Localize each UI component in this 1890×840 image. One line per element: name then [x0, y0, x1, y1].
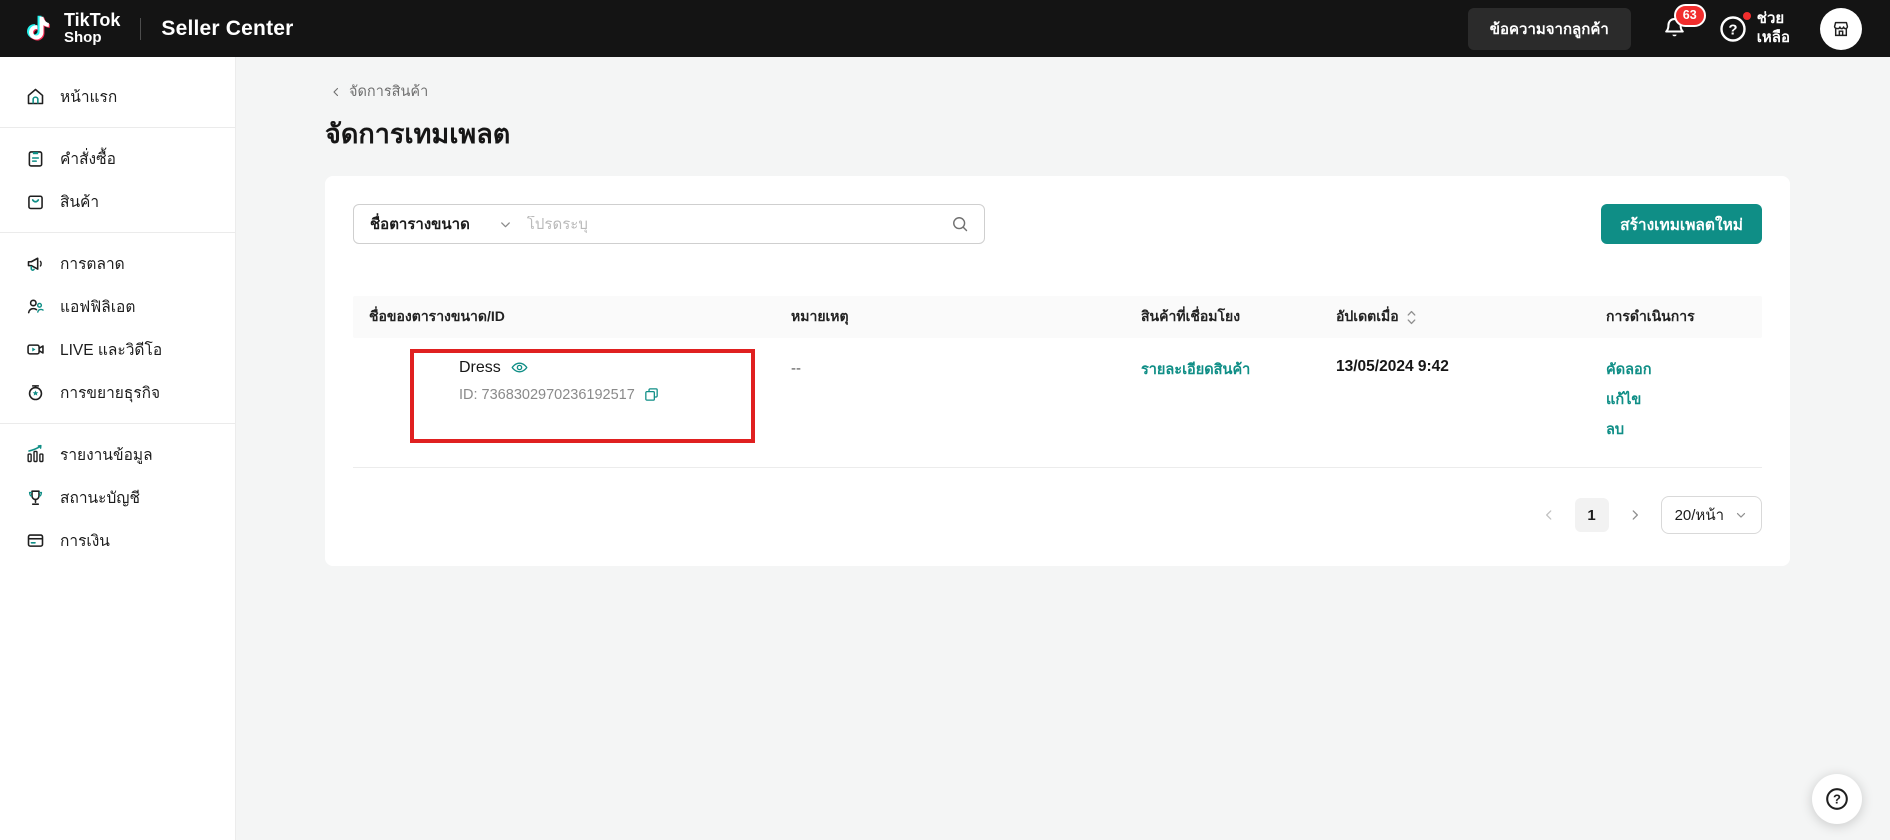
svg-text:?: ?	[1728, 21, 1737, 38]
storefront-icon	[1830, 18, 1852, 40]
breadcrumb-label: จัดการสินค้า	[349, 80, 428, 103]
tiktok-shop-logo[interactable]: TikTok Shop	[24, 11, 120, 46]
sidebar-item-business-growth[interactable]: การขยายธุรกิจ	[0, 371, 235, 414]
products-icon	[24, 191, 46, 212]
table-row: Dress ID: 7368302970236192517	[353, 338, 1762, 468]
page-title: จัดการเทมเพลต	[325, 112, 1790, 155]
live-video-icon	[24, 339, 46, 360]
logo-wordmark: TikTok Shop	[64, 11, 120, 46]
cell-name-id: Dress ID: 7368302970236192517	[353, 358, 791, 403]
sidebar-item-label: สถานะบัญชี	[60, 485, 140, 510]
cell-linked-products: รายละเอียดสินค้า	[1141, 358, 1336, 381]
question-circle-icon: ?	[1823, 785, 1851, 813]
page-size-select[interactable]: 20/หน้า	[1661, 496, 1762, 534]
search-button[interactable]	[942, 214, 984, 234]
sidebar-item-label: หน้าแรก	[60, 84, 117, 109]
column-header-note: หมายเหตุ	[791, 306, 1141, 328]
previous-page-button[interactable]	[1538, 504, 1560, 526]
sidebar-item-label: การเงิน	[60, 528, 110, 553]
sidebar-item-label: การตลาด	[60, 251, 125, 276]
filter-selected-label: ชื่อตารางขนาด	[370, 212, 470, 236]
svg-text:?: ?	[1833, 792, 1841, 807]
sidebar-item-home[interactable]: หน้าแรก	[0, 75, 235, 118]
marketing-icon	[24, 253, 46, 274]
sidebar-item-orders[interactable]: คำสั่งซื้อ	[0, 137, 235, 180]
sidebar-item-label: รายงานข้อมูล	[60, 442, 153, 467]
sidebar-item-account-status[interactable]: สถานะบัญชี	[0, 476, 235, 519]
orders-icon	[24, 148, 46, 169]
product-details-link[interactable]: รายละเอียดสินค้า	[1141, 358, 1250, 381]
search-combo: ชื่อตารางขนาด	[353, 204, 985, 244]
sidebar-divider	[0, 232, 235, 233]
business-growth-icon	[24, 382, 46, 403]
page-size-value: 20/หน้า	[1675, 503, 1724, 527]
help-button[interactable]: ? ช่วย เหลือ	[1718, 10, 1790, 48]
shop-avatar-button[interactable]	[1820, 8, 1862, 50]
chevron-left-icon	[330, 86, 342, 98]
pagination: 1 20/หน้า	[353, 496, 1762, 534]
next-page-button[interactable]	[1624, 504, 1646, 526]
sidebar-item-label: LIVE และวิดีโอ	[60, 337, 162, 362]
table-header-row: ชื่อของตารางขนาด/ID หมายเหตุ สินค้าที่เช…	[353, 296, 1762, 338]
main-area: จัดการสินค้า จัดการเทมเพลต ชื่อตารางขนาด	[236, 57, 1890, 840]
sidebar-item-marketing[interactable]: การตลาด	[0, 242, 235, 285]
notifications-button[interactable]: 63	[1661, 15, 1688, 42]
notification-badge: 63	[1674, 4, 1706, 27]
product-name: Seller Center	[161, 17, 293, 41]
current-page[interactable]: 1	[1575, 498, 1609, 532]
sidebar-item-products[interactable]: สินค้า	[0, 180, 235, 223]
sidebar-item-label: การขยายธุรกิจ	[60, 380, 160, 405]
sidebar: หน้าแรก คำสั่งซื้อ สินค้า	[0, 57, 236, 840]
affiliate-icon	[24, 296, 46, 317]
sidebar-item-live-video[interactable]: LIVE และวิดีโอ	[0, 328, 235, 371]
delete-action-link[interactable]: ลบ	[1606, 418, 1762, 441]
home-icon	[24, 86, 46, 107]
filter-dropdown[interactable]: ชื่อตารางขนาด	[354, 212, 527, 236]
help-alert-dot	[1743, 12, 1751, 20]
create-template-button[interactable]: สร้างเทมเพลตใหม่	[1601, 204, 1762, 244]
tiktok-note-icon	[24, 11, 54, 45]
sidebar-item-finance[interactable]: การเงิน	[0, 519, 235, 562]
finance-icon	[24, 530, 46, 551]
column-header-actions: การดำเนินการ	[1606, 306, 1762, 328]
sidebar-divider	[0, 423, 235, 424]
sidebar-item-label: สินค้า	[60, 189, 99, 214]
column-header-name-id: ชื่อของตารางขนาด/ID	[353, 306, 791, 328]
cell-note: --	[791, 358, 1141, 377]
breadcrumb[interactable]: จัดการสินค้า	[330, 80, 1790, 103]
toolbar: ชื่อตารางขนาด	[353, 204, 1762, 244]
sidebar-item-affiliate[interactable]: แอฟฟิลิเอต	[0, 285, 235, 328]
question-circle-icon: ?	[1718, 14, 1748, 44]
sidebar-item-label: คำสั่งซื้อ	[60, 146, 116, 171]
content-card: ชื่อตารางขนาด	[325, 176, 1790, 566]
topbar-divider	[140, 18, 141, 40]
cell-updated-at: 13/05/2024 9:42	[1336, 358, 1606, 376]
search-icon	[950, 214, 970, 234]
customer-messages-button[interactable]: ข้อความจากลูกค้า	[1468, 8, 1631, 50]
chevron-down-icon	[498, 217, 513, 232]
account-status-icon	[24, 487, 46, 508]
help-label: ช่วย เหลือ	[1757, 10, 1790, 48]
sidebar-divider	[0, 127, 235, 128]
cell-actions: คัดลอก แก้ไข ลบ	[1606, 358, 1762, 441]
copy-action-link[interactable]: คัดลอก	[1606, 358, 1762, 381]
chevron-down-icon	[1734, 508, 1748, 522]
topbar: TikTok Shop Seller Center ข้อความจากลูกค…	[0, 0, 1890, 57]
column-header-linked-products: สินค้าที่เชื่อมโยง	[1141, 306, 1336, 328]
preview-eye-icon[interactable]	[510, 358, 529, 377]
sort-icon[interactable]	[1406, 309, 1417, 326]
search-input[interactable]	[527, 216, 942, 233]
template-name: Dress	[459, 359, 501, 377]
data-report-icon	[24, 444, 46, 465]
sidebar-item-data-report[interactable]: รายงานข้อมูล	[0, 433, 235, 476]
template-id: ID: 7368302970236192517	[459, 387, 635, 403]
copy-icon[interactable]	[643, 386, 660, 403]
floating-help-button[interactable]: ?	[1812, 774, 1862, 824]
sidebar-item-label: แอฟฟิลิเอต	[60, 294, 135, 319]
column-header-updated-at: อัปเดตเมื่อ	[1336, 306, 1606, 328]
edit-action-link[interactable]: แก้ไข	[1606, 388, 1762, 411]
